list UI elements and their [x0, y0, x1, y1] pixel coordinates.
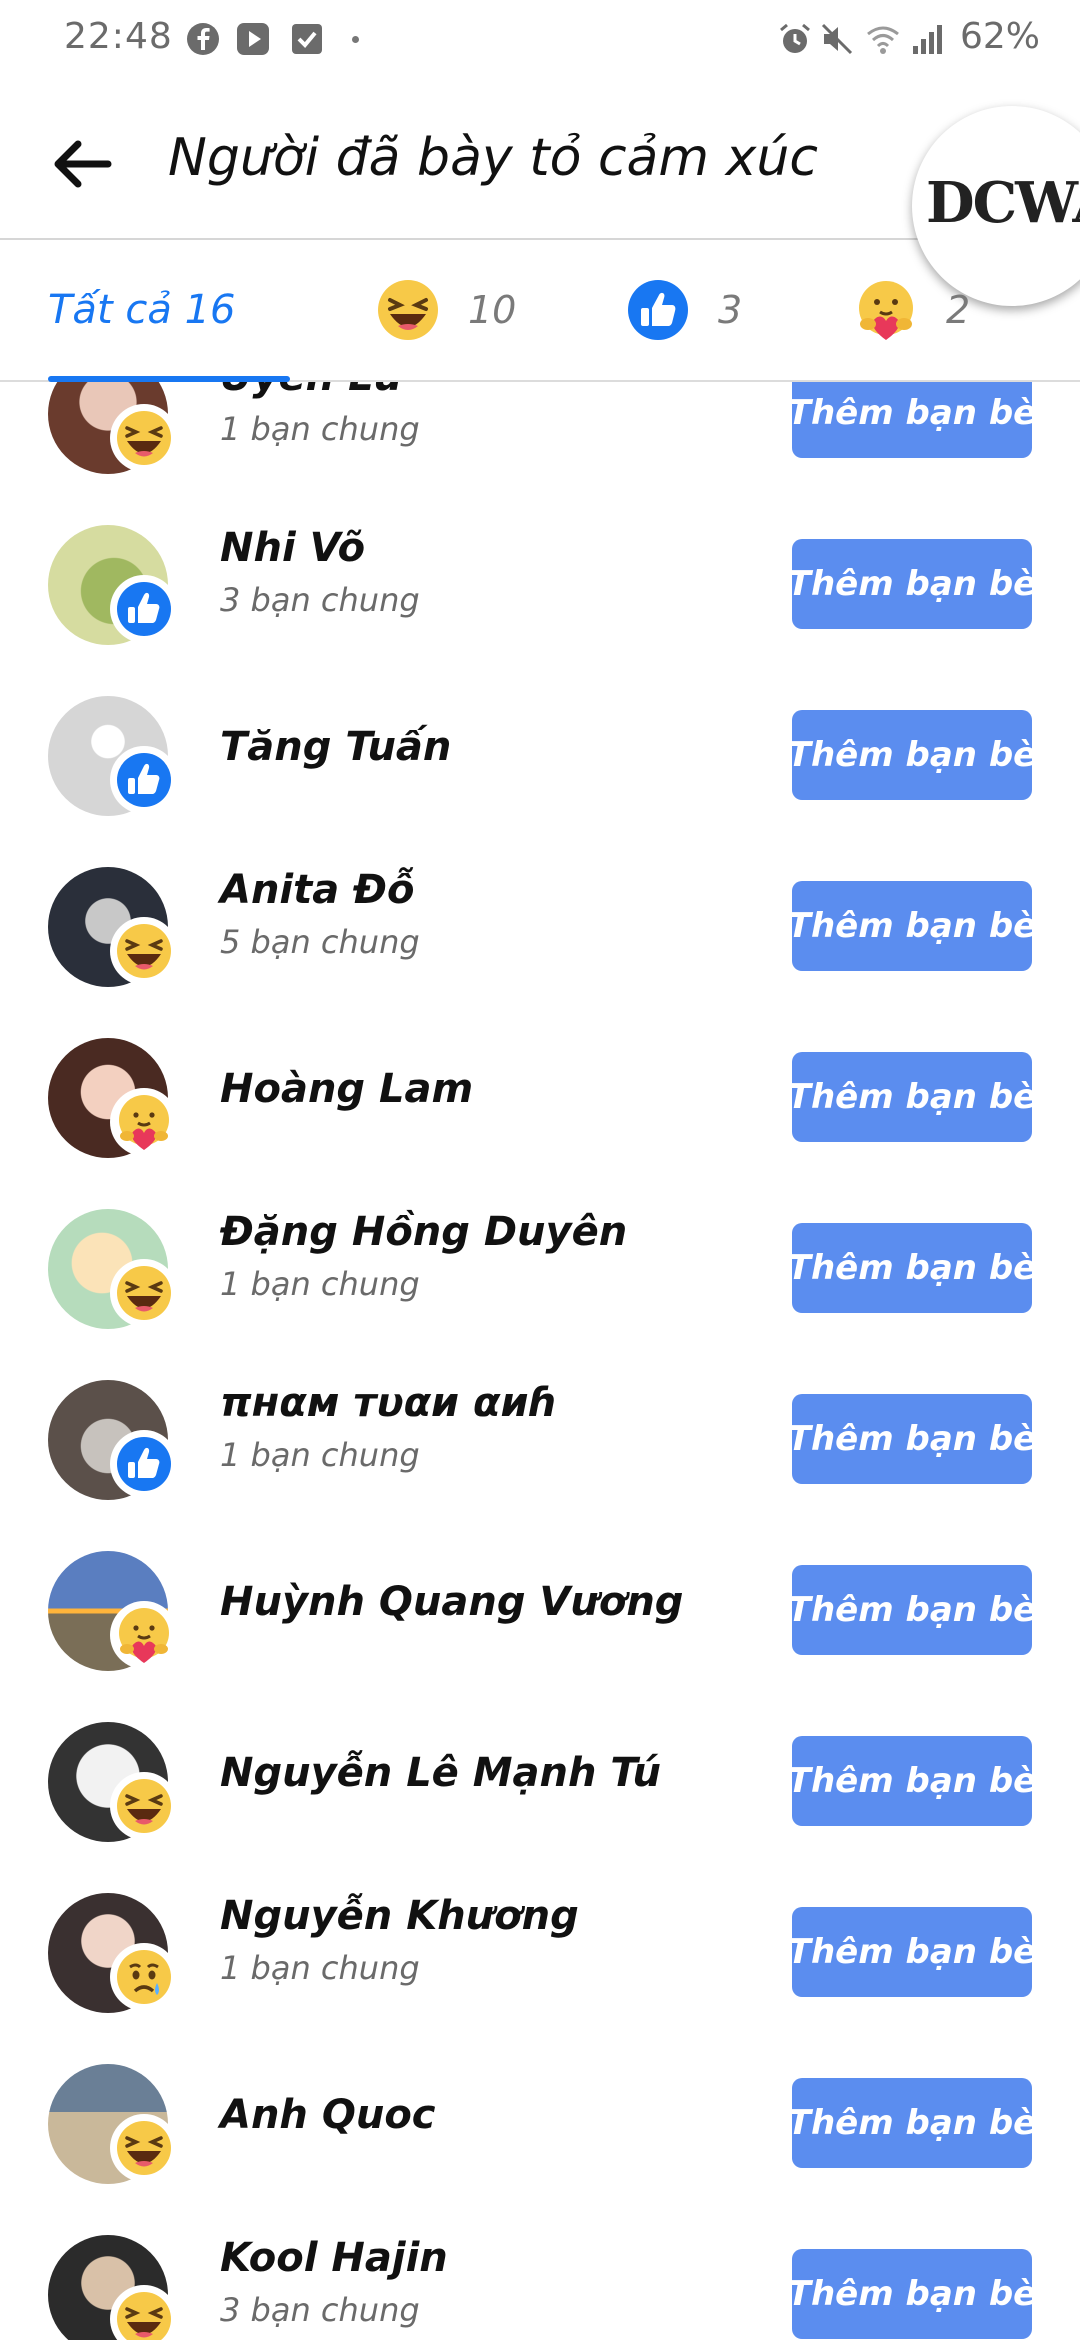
add-friend-button[interactable]: Thêm bạn bè: [788, 881, 1036, 971]
tab-like-count: 3: [718, 288, 743, 332]
list-item: Nguyễn Lê Mạnh Tú Thêm bạn bè: [0, 1722, 1080, 1893]
person-name[interactable]: Đặng Hồng Duyên: [220, 1209, 627, 1255]
reactors-list: Uyên Lư 1 bạn chung Thêm bạn bè Nhi Võ 3 bạ…: [0, 382, 1080, 2340]
add-friend-button[interactable]: Thêm bạn bè: [788, 1052, 1036, 1142]
list-item: Anh Quoc Thêm bạn bè: [0, 2064, 1080, 2235]
list-item: Kool Hajin 3 bạn chung Thêm bạn bè: [0, 2235, 1080, 2340]
like-reaction-icon: [113, 749, 175, 811]
add-friend-button[interactable]: Thêm bạn bè: [788, 710, 1036, 800]
mute-icon: [821, 23, 853, 55]
person-name[interactable]: Huỳnh Quang Vương: [220, 1579, 683, 1625]
reaction-badge: [110, 2285, 178, 2340]
haha-reaction-icon: [113, 920, 175, 982]
tab-all-label: Tất cả 16: [48, 287, 236, 333]
reaction-badge: [110, 1430, 178, 1498]
reaction-badge: [110, 404, 178, 472]
list-item: Tăng Tuấn Thêm bạn bè: [0, 696, 1080, 867]
mutual-friends: 1 bạn chung: [220, 1265, 420, 1303]
mutual-friends: 5 bạn chung: [220, 923, 420, 961]
reaction-badge: [110, 575, 178, 643]
tab-like[interactable]: 3: [626, 240, 742, 380]
youtube-icon: [237, 23, 269, 55]
mutual-friends: 1 bạn chung: [220, 1436, 420, 1474]
reaction-badge: [110, 1088, 178, 1156]
tab-care-count: 2: [946, 288, 971, 332]
list-item: Nhi Võ 3 bạn chung Thêm bạn bè: [0, 525, 1080, 696]
watermark-logo-text: DCWAC: [926, 170, 1080, 236]
like-icon: [628, 280, 688, 340]
person-name[interactable]: Uyên Lư: [220, 382, 402, 400]
reaction-badge: [110, 1772, 178, 1840]
reaction-badge: [110, 746, 178, 814]
reaction-badge: [110, 1943, 178, 2011]
like-reaction-icon: [113, 578, 175, 640]
person-name[interactable]: Tăng Tuấn: [220, 724, 451, 770]
tab-haha-count: 10: [468, 288, 517, 332]
back-arrow-icon[interactable]: [48, 134, 118, 194]
person-name[interactable]: Nguyễn Lê Mạnh Tú: [220, 1750, 661, 1796]
notification-dot: [352, 36, 359, 43]
care-reaction-icon: [113, 1604, 175, 1666]
list-item: Uyên Lư 1 bạn chung Thêm bạn bè: [0, 382, 1080, 525]
tab-care[interactable]: 2: [854, 240, 970, 380]
haha-icon: [378, 280, 438, 340]
person-name[interactable]: Anh Quoc: [220, 2092, 436, 2138]
haha-reaction-icon: [113, 1775, 175, 1837]
tab-all[interactable]: Tất cả 16: [48, 240, 288, 380]
page-title: Người đã bày tỏ cảm xúc: [168, 128, 818, 188]
person-name[interactable]: Kool Hajin: [220, 2235, 448, 2281]
list-item: πнαм тυαи αиɦ 1 bạn chung Thêm bạn bè: [0, 1380, 1080, 1551]
add-friend-button[interactable]: Thêm bạn bè: [788, 1394, 1036, 1484]
add-friend-button[interactable]: Thêm bạn bè: [788, 1223, 1036, 1313]
haha-reaction-icon: [113, 2117, 175, 2179]
care-reaction-icon: [113, 1091, 175, 1153]
list-item: Hoàng Lam Thêm bạn bè: [0, 1038, 1080, 1209]
person-name[interactable]: Anita Đỗ: [220, 867, 414, 913]
header: Người đã bày tỏ cảm xúc DCWAC: [0, 84, 1080, 306]
person-name[interactable]: πнαм тυαи αиɦ: [220, 1380, 557, 1426]
status-time: 22:48: [64, 16, 173, 57]
reaction-badge: [110, 1259, 178, 1327]
add-friend-button[interactable]: Thêm bạn bè: [788, 539, 1036, 629]
person-name[interactable]: Nhi Võ: [220, 525, 365, 571]
person-name[interactable]: Nguyễn Khương: [220, 1893, 579, 1939]
haha-reaction-icon: [113, 407, 175, 469]
like-reaction-icon: [113, 1433, 175, 1495]
status-bar: 22:48 62%: [0, 0, 1080, 84]
haha-reaction-icon: [113, 2288, 175, 2340]
reaction-badge: [110, 1601, 178, 1669]
add-friend-button[interactable]: Thêm bạn bè: [788, 2078, 1036, 2168]
add-friend-button[interactable]: Thêm bạn bè: [788, 2249, 1036, 2339]
signal-icon: [913, 25, 942, 54]
mutual-friends: 1 bạn chung: [220, 410, 420, 448]
list-item: Huỳnh Quang Vương Thêm bạn bè: [0, 1551, 1080, 1722]
reaction-badge: [110, 917, 178, 985]
check-icon: [292, 24, 322, 54]
list-item: Đặng Hồng Duyên 1 bạn chung Thêm bạn bè: [0, 1209, 1080, 1380]
facebook-icon: [187, 23, 219, 55]
haha-reaction-icon: [113, 1262, 175, 1324]
battery-level: 62%: [960, 16, 1041, 57]
list-item: Anita Đỗ 5 bạn chung Thêm bạn bè: [0, 867, 1080, 1038]
add-friend-button[interactable]: Thêm bạn bè: [788, 1736, 1036, 1826]
list-item: Nguyễn Khương 1 bạn chung Thêm bạn bè: [0, 1893, 1080, 2064]
sad-reaction-icon: [113, 1946, 175, 2008]
reaction-badge: [110, 2114, 178, 2182]
reaction-tabs: Tất cả 16 10 3 2: [0, 240, 1080, 382]
person-name[interactable]: Hoàng Lam: [220, 1066, 473, 1112]
tab-haha[interactable]: 10: [376, 240, 516, 380]
care-icon: [859, 281, 913, 340]
alarm-icon: [780, 23, 810, 53]
mutual-friends: 1 bạn chung: [220, 1949, 420, 1987]
add-friend-button[interactable]: Thêm bạn bè: [788, 382, 1036, 458]
wifi-icon: [867, 26, 899, 54]
mutual-friends: 3 bạn chung: [220, 2291, 420, 2329]
add-friend-button[interactable]: Thêm bạn bè: [788, 1907, 1036, 1997]
add-friend-button[interactable]: Thêm bạn bè: [788, 1565, 1036, 1655]
mutual-friends: 3 bạn chung: [220, 581, 420, 619]
